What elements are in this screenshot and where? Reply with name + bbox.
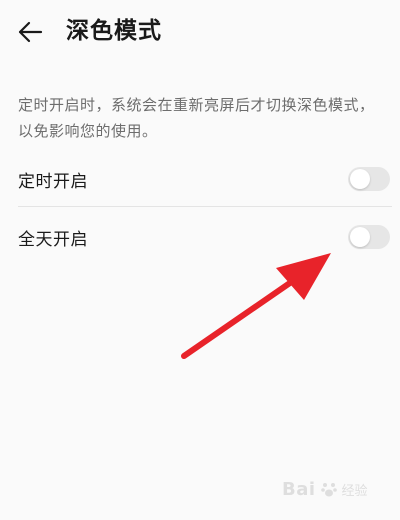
toggle-knob <box>350 169 370 189</box>
watermark: Bai 经验 <box>282 474 392 504</box>
setting-label-scheduled: 定时开启 <box>18 171 88 192</box>
setting-label-all-day: 全天开启 <box>18 229 88 250</box>
scheduled-toggle[interactable] <box>348 167 390 191</box>
page-title: 深色模式 <box>66 18 162 44</box>
paw-icon <box>320 483 337 497</box>
setting-row-scheduled[interactable]: 定时开启 <box>18 150 392 208</box>
setting-row-all-day[interactable]: 全天开启 <box>18 208 392 266</box>
arrow-left-icon <box>18 21 43 43</box>
description-text: 定时开启时，系统会在重新亮屏后才切换深色模式，以免影响您的使用。 <box>18 96 375 140</box>
dark-mode-settings-page: 深色模式 定时开启时，系统会在重新亮屏后才切换深色模式，以免影响您的使用。 定时… <box>0 0 400 520</box>
watermark-logo: Bai <box>282 478 316 500</box>
header: 深色模式 <box>0 0 400 64</box>
back-button[interactable] <box>14 16 46 48</box>
divider <box>18 206 392 207</box>
watermark-sub: 经验 <box>341 483 368 499</box>
toggle-knob <box>350 227 370 247</box>
all-day-toggle[interactable] <box>348 225 390 249</box>
